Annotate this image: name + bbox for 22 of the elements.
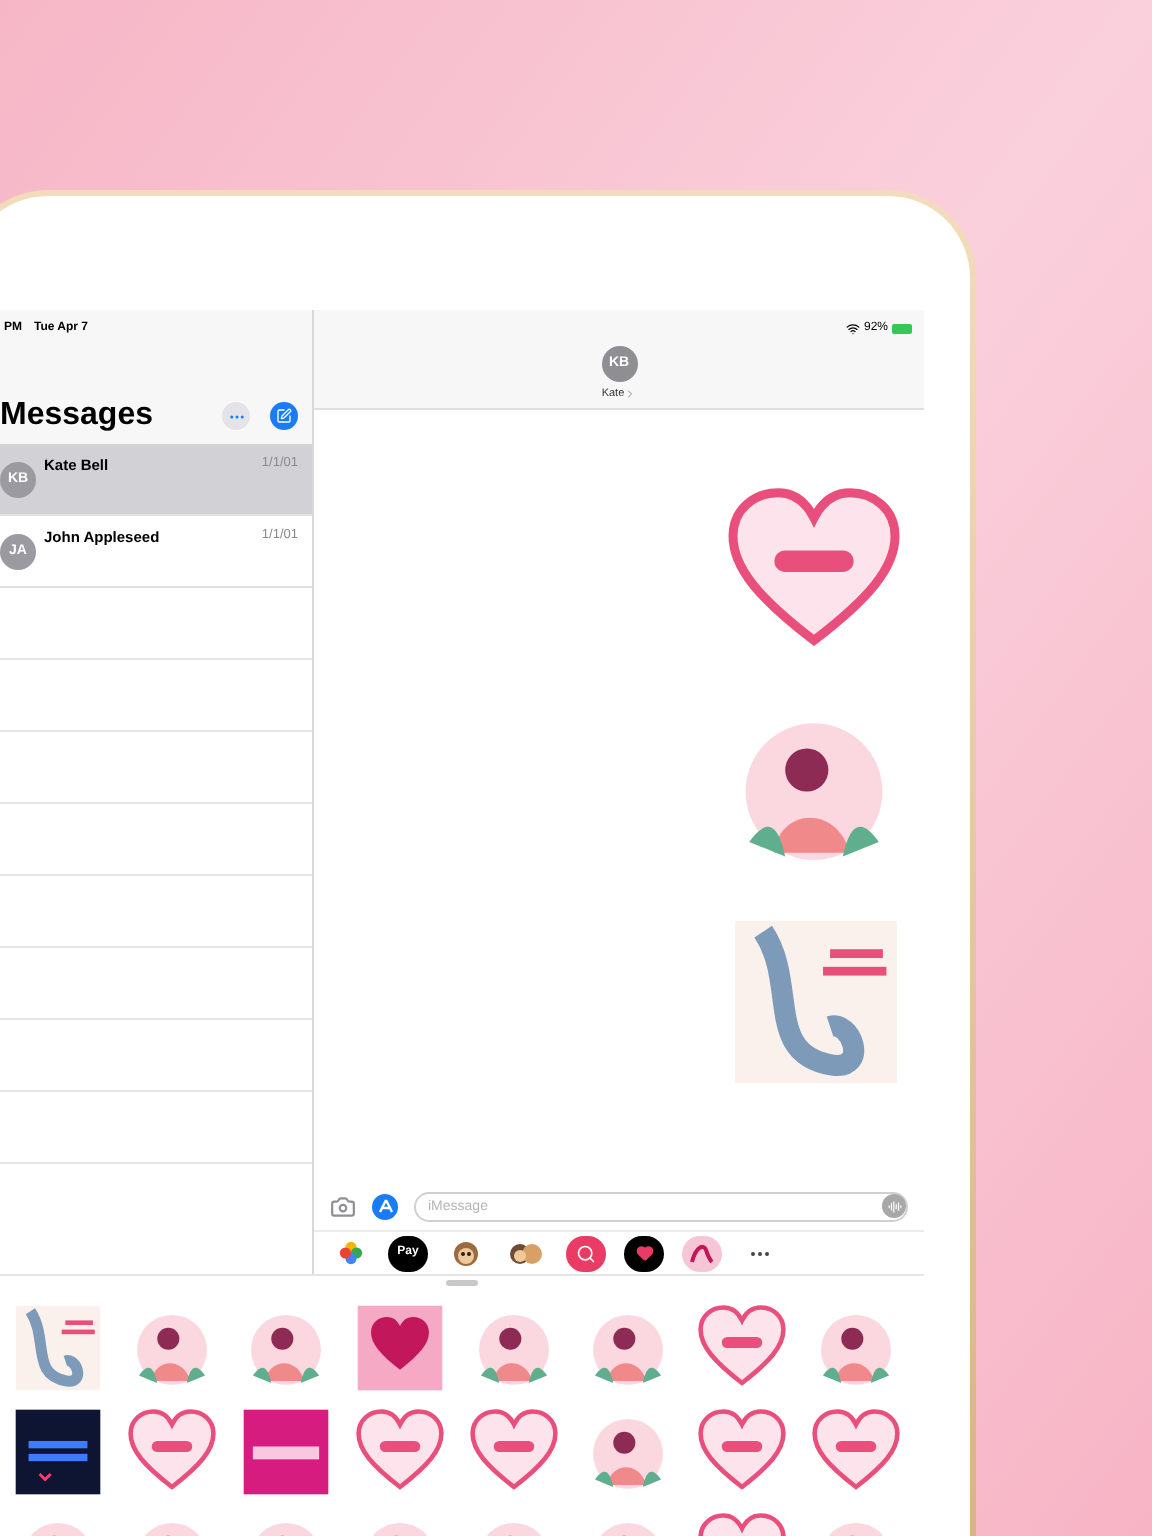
- sticker-drawing[interactable]: [11, 1406, 103, 1498]
- flower-icon: [337, 1240, 363, 1266]
- compose-icon: [276, 408, 292, 424]
- search-app-button[interactable]: [566, 1235, 606, 1271]
- waveform-icon: [887, 1199, 901, 1213]
- sidebar-title: Messages: [0, 396, 153, 436]
- more-button[interactable]: [222, 402, 250, 430]
- faces-icon: [508, 1239, 544, 1267]
- drag-handle[interactable]: [446, 1280, 478, 1286]
- audio-button[interactable]: [882, 1194, 906, 1218]
- heart-icon: [635, 1244, 653, 1262]
- battery-icon: [892, 323, 912, 333]
- compose-button[interactable]: [270, 402, 298, 430]
- hair-stroke-icon: [690, 1241, 714, 1265]
- search-icon: [576, 1243, 596, 1263]
- heart-app-button[interactable]: [624, 1235, 664, 1271]
- app-store-icon[interactable]: [372, 1193, 398, 1219]
- wifi-icon: [845, 321, 860, 335]
- sticker-app-button[interactable]: [682, 1235, 722, 1271]
- camera-icon[interactable]: [330, 1193, 356, 1219]
- monkey-face-icon: [452, 1239, 480, 1267]
- chevron-icon: [624, 388, 637, 401]
